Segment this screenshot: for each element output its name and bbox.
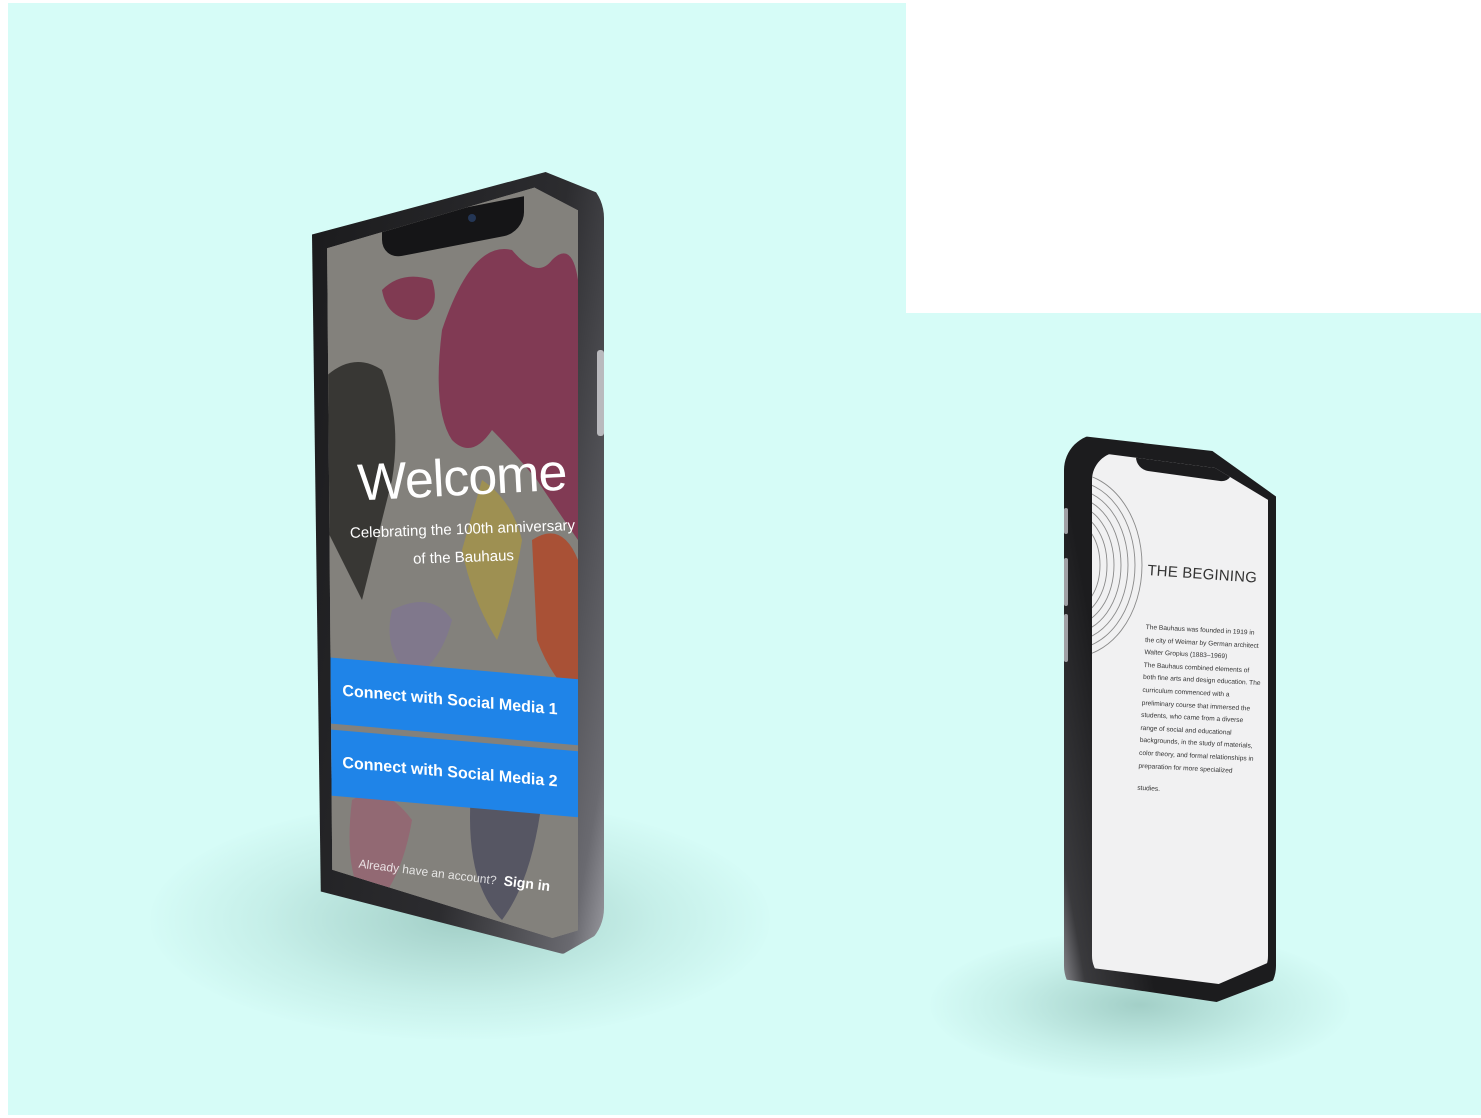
side-button	[1064, 508, 1068, 534]
article-paragraph-3: studies.	[1137, 784, 1161, 794]
article-screen: THE BEGINING The Bauhaus was founded in …	[1092, 452, 1268, 984]
side-button	[1064, 614, 1068, 662]
side-button	[597, 350, 604, 436]
blank-area	[906, 0, 1481, 313]
camera-icon	[468, 214, 476, 222]
welcome-title: Welcome	[356, 443, 568, 513]
phone-article: THE BEGINING The Bauhaus was founded in …	[1064, 434, 1276, 1002]
article-paragraph-2: The Bauhaus combined elements of both fi…	[1138, 661, 1261, 775]
button-label: Connect with Social Media 2	[342, 754, 558, 791]
side-button	[1064, 558, 1068, 606]
welcome-screen: Welcome Celebrating the 100th anniversar…	[327, 187, 578, 938]
article-paragraph-1: The Bauhaus was founded in 1919 in the c…	[1144, 623, 1259, 661]
article-body: The Bauhaus was founded in 1919 in the c…	[1137, 622, 1264, 802]
subtitle-line-1: Celebrating the 100th anniversary	[349, 517, 576, 542]
button-label: Connect with Social Media 1	[342, 682, 558, 719]
welcome-subtitle: Celebrating the 100th anniversary of the…	[339, 512, 578, 577]
phone-welcome: Welcome Celebrating the 100th anniversar…	[312, 172, 604, 954]
article-title: THE BEGINING	[1146, 562, 1258, 587]
concentric-arcs-graphic	[1092, 472, 1143, 658]
subtitle-line-2: of the Bauhaus	[412, 547, 515, 568]
